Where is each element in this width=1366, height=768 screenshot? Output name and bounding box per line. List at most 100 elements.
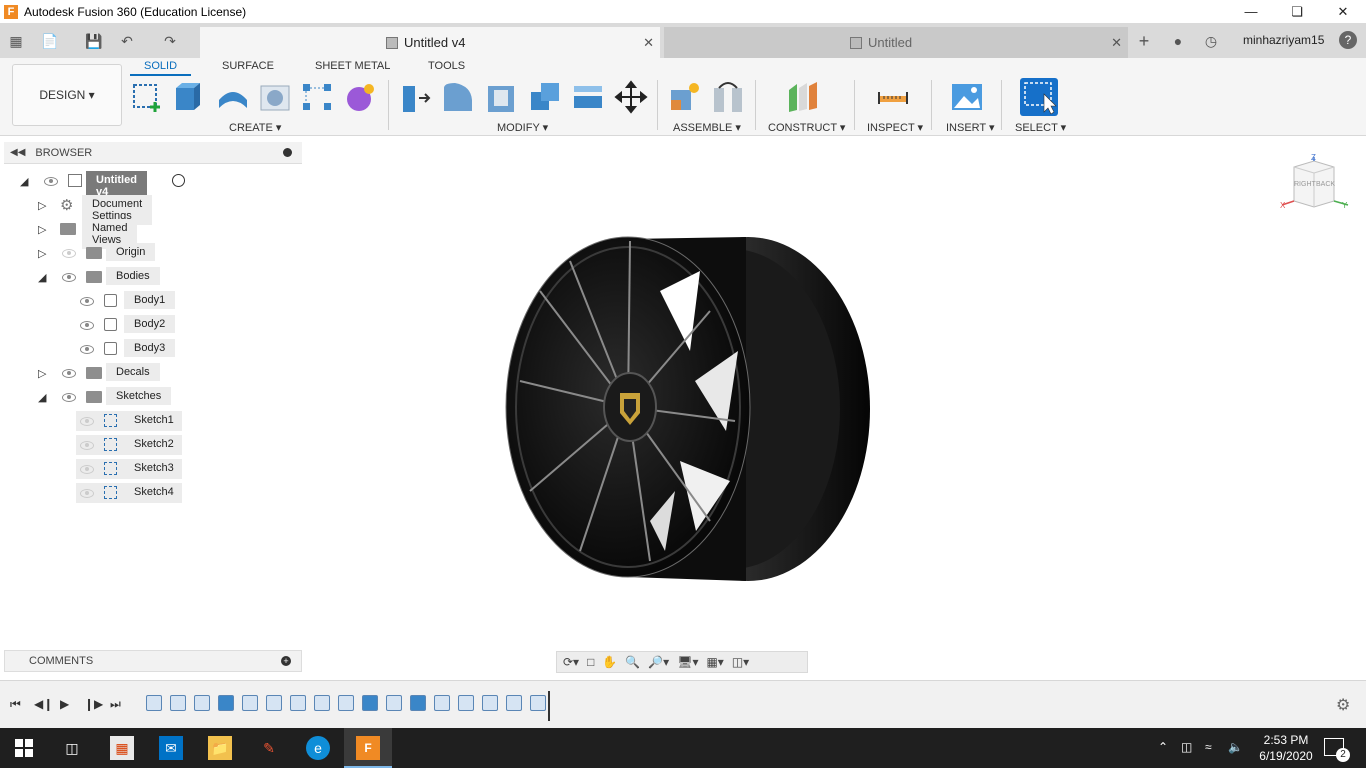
shell-icon[interactable] [485, 80, 519, 114]
hole-icon[interactable] [258, 80, 292, 114]
visibility-icon[interactable] [62, 272, 76, 282]
visibility-icon[interactable] [80, 296, 94, 306]
inspect-group-label[interactable]: INSPECT ▾ [867, 121, 923, 134]
insert-group-label[interactable]: INSERT ▾ [946, 121, 995, 134]
assemble-group-label[interactable]: ASSEMBLE ▾ [673, 121, 741, 134]
timeline-component-icon[interactable] [530, 695, 546, 711]
visibility-icon[interactable] [62, 368, 76, 378]
timeline-extrude-icon[interactable] [362, 695, 378, 711]
tab-surface[interactable]: SURFACE [222, 60, 274, 76]
task-view-icon[interactable]: ◫ [60, 736, 84, 760]
insert-image-icon[interactable] [950, 80, 984, 114]
tray-chevron-icon[interactable]: ⌃ [1158, 740, 1168, 754]
collapse-arrow-icon[interactable]: ◢ [20, 175, 34, 188]
file-explorer-icon[interactable]: 📁 [208, 736, 232, 760]
visibility-icon[interactable] [44, 176, 58, 186]
fit-zoom-icon[interactable]: 🔎▾ [648, 655, 669, 669]
offset-plane-icon[interactable] [786, 80, 820, 114]
workspace-switcher[interactable]: DESIGN ▾ [12, 64, 122, 126]
timeline-pattern-icon[interactable] [242, 695, 258, 711]
measure-icon[interactable] [876, 80, 910, 114]
hidden-visibility-icon[interactable] [80, 440, 94, 450]
expand-arrow-icon[interactable]: ▷ [38, 199, 52, 212]
expand-arrow-icon[interactable]: ▷ [38, 367, 52, 380]
joint-icon[interactable] [711, 80, 745, 114]
visibility-icon[interactable] [62, 392, 76, 402]
timeline-fillet-icon[interactable] [482, 695, 498, 711]
browser-item-sketch2[interactable]: Sketch2 [76, 435, 182, 455]
timeline-revolve-icon[interactable] [314, 695, 330, 711]
timeline-revolve-icon[interactable] [170, 695, 186, 711]
collapse-panel-icon[interactable]: ◀◀ [10, 147, 25, 158]
hidden-visibility-icon[interactable] [80, 488, 94, 498]
edge-browser-icon[interactable]: e [306, 736, 330, 760]
tab-untitled[interactable]: Untitled ✕ [664, 27, 1128, 58]
browser-item-sketch3[interactable]: Sketch3 [76, 459, 182, 479]
modify-group-label[interactable]: MODIFY ▾ [497, 121, 548, 134]
collapse-arrow-icon[interactable]: ◢ [38, 271, 52, 284]
system-clock[interactable]: 2:53 PM 6/19/2020 [1256, 732, 1316, 764]
browser-pin-icon[interactable] [283, 148, 292, 157]
close-window-icon[interactable]: ✕ [1320, 0, 1366, 23]
move-icon[interactable] [614, 80, 648, 114]
new-tab-icon[interactable]: + [1134, 31, 1154, 51]
play-icon[interactable]: ▶ [60, 697, 69, 711]
browser-item-sketch4[interactable]: Sketch4 [76, 483, 182, 503]
timeline-sketch-icon[interactable] [338, 695, 354, 711]
3d-viewport[interactable]: RIGHT BACK X Y Z [304, 137, 1366, 677]
job-status-icon[interactable]: ◷ [1201, 31, 1221, 51]
timeline-revolve-icon[interactable] [290, 695, 306, 711]
add-comment-icon[interactable]: + [281, 656, 291, 666]
viewcube[interactable]: RIGHT BACK X Y Z [1280, 153, 1350, 213]
extrude-icon[interactable] [173, 80, 207, 114]
file-menu-icon[interactable]: 📄 [40, 31, 60, 51]
select-icon[interactable] [1020, 78, 1058, 116]
tab-sheet-metal[interactable]: SHEET METAL [315, 60, 390, 76]
windows-start-icon[interactable] [12, 736, 36, 760]
store-icon[interactable]: ▦ [110, 736, 134, 760]
apps-grid-icon[interactable]: ▦ [6, 31, 26, 51]
timeline-marker[interactable] [548, 691, 550, 721]
orbit-icon[interactable]: ⟳▾ [563, 655, 579, 669]
step-forward-icon[interactable]: ❙▶ [84, 697, 103, 711]
expand-arrow-icon[interactable]: ▷ [38, 223, 52, 236]
press-pull-icon[interactable] [399, 80, 433, 114]
mail-icon[interactable]: ✉ [159, 736, 183, 760]
step-back-icon[interactable]: ◀❙ [34, 697, 53, 711]
notification-center-icon[interactable]: 2 [1324, 738, 1350, 762]
collapse-arrow-icon[interactable]: ◢ [38, 391, 52, 404]
taskbar-fusion-active[interactable]: F [344, 728, 392, 768]
create-sketch-icon[interactable] [131, 80, 165, 114]
help-icon[interactable]: ? [1339, 31, 1357, 49]
timeline-combine-icon[interactable] [410, 695, 426, 711]
timeline-fillet-icon[interactable] [434, 695, 450, 711]
viewports-icon[interactable]: ◫▾ [732, 655, 749, 669]
sketchbook-icon[interactable]: ✎ [257, 736, 281, 760]
look-at-icon[interactable]: □ [587, 655, 594, 669]
wheel-model[interactable] [500, 231, 880, 581]
grid-settings-icon[interactable]: ▦▾ [706, 655, 723, 669]
tab-solid[interactable]: SOLID [130, 60, 192, 76]
browser-item-sketch1[interactable]: Sketch1 [76, 411, 182, 431]
power-icon[interactable]: ◫ [1181, 740, 1192, 754]
hidden-visibility-icon[interactable] [80, 416, 94, 426]
pan-hand-icon[interactable]: ✋ [602, 655, 617, 669]
offset-face-icon[interactable] [571, 80, 605, 114]
undo-icon[interactable]: ↶ [117, 31, 137, 51]
extensions-icon[interactable]: ● [1168, 31, 1188, 51]
user-account-name[interactable]: minhazriyam15 [1243, 33, 1324, 47]
save-icon[interactable]: 💾 [84, 31, 104, 51]
revolve-icon[interactable] [216, 80, 250, 114]
tab-tools[interactable]: TOOLS [428, 60, 465, 76]
comments-panel-header[interactable]: COMMENTS + [4, 650, 302, 672]
timeline-extrude-icon[interactable] [218, 695, 234, 711]
timeline-sketch-icon[interactable] [266, 695, 282, 711]
create-group-label[interactable]: CREATE ▾ [229, 121, 281, 134]
construct-group-label[interactable]: CONSTRUCT ▾ [768, 121, 845, 134]
create-form-icon[interactable] [344, 80, 378, 114]
new-component-icon[interactable] [668, 80, 702, 114]
restore-icon[interactable]: ❏ [1274, 0, 1320, 23]
hidden-visibility-icon[interactable] [80, 464, 94, 474]
fillet-icon[interactable] [441, 80, 475, 114]
select-group-label[interactable]: SELECT ▾ [1015, 121, 1066, 134]
